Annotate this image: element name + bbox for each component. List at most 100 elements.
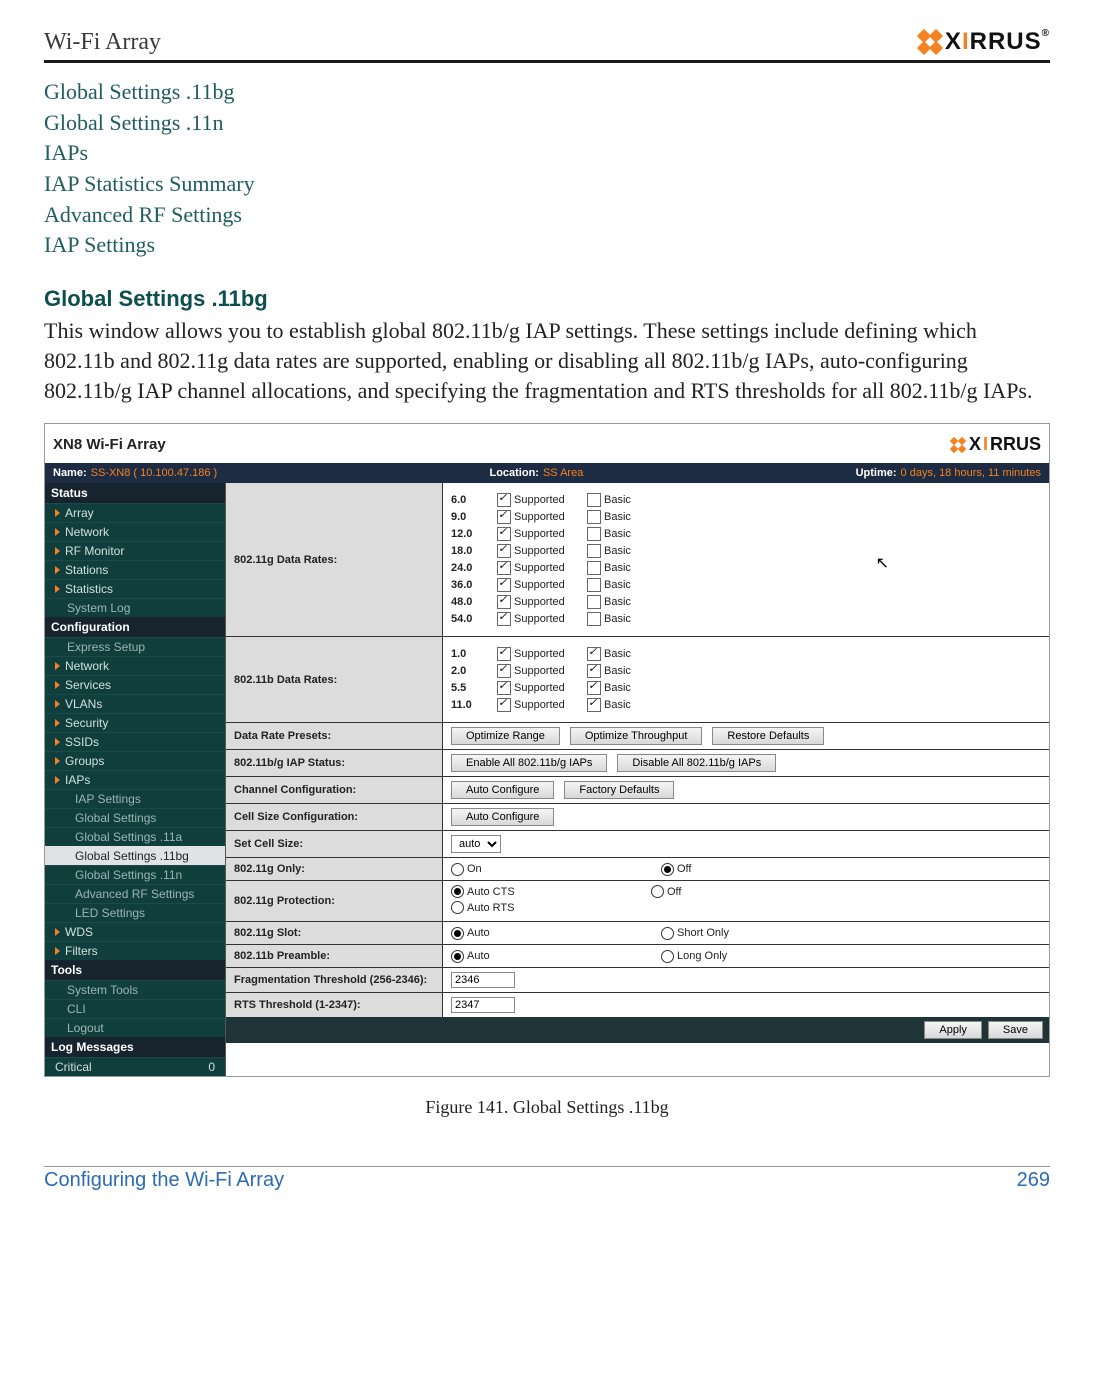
disable-all-iaps-button[interactable]: Disable All 802.11b/g IAPs [617, 754, 776, 772]
radio-preamble-long[interactable]: Long Only [661, 950, 861, 963]
basic-checkbox[interactable]: Basic [587, 561, 657, 575]
sidebar-item[interactable]: Security [45, 713, 225, 732]
triangle-icon [55, 947, 60, 955]
page: Wi-Fi Array XIRRUS® Global Settings .11b… [0, 0, 1094, 1380]
action-footer: Apply Save [226, 1017, 1049, 1043]
radio-auto-rts[interactable]: Auto RTS [451, 901, 515, 914]
screenshot: XN8 Wi-Fi Array XIRRUS Name:SS-XN8 ( 10.… [44, 423, 1050, 1077]
basic-checkbox[interactable]: Basic [587, 698, 657, 712]
link-item[interactable]: Global Settings .11n [44, 108, 1050, 138]
sidebar-critical[interactable]: Critical0 [45, 1057, 225, 1076]
basic-checkbox[interactable]: Basic [587, 544, 657, 558]
sidebar-item[interactable]: Network [45, 522, 225, 541]
basic-checkbox[interactable]: Basic [587, 681, 657, 695]
rts-threshold-input[interactable] [451, 997, 515, 1013]
supported-checkbox[interactable]: Supported [497, 647, 587, 661]
radio-slot-short[interactable]: Short Only [661, 927, 861, 940]
supported-checkbox[interactable]: Supported [497, 527, 587, 541]
sidebar-item[interactable]: Stations [45, 560, 225, 579]
basic-checkbox[interactable]: Basic [587, 527, 657, 541]
triangle-icon [55, 566, 60, 574]
sidebar-subitem[interactable]: Express Setup [45, 637, 225, 656]
sidebar-subitem[interactable]: Global Settings [45, 808, 225, 827]
sidebar-item[interactable]: SSIDs [45, 732, 225, 751]
sidebar-subitem[interactable]: System Log [45, 598, 225, 617]
sidebar-subitem-selected[interactable]: Global Settings .11bg [45, 846, 225, 865]
sidebar-item[interactable]: Groups [45, 751, 225, 770]
link-item[interactable]: Advanced RF Settings [44, 200, 1050, 230]
sidebar-item[interactable]: Network [45, 656, 225, 675]
supported-checkbox[interactable]: Supported [497, 664, 587, 678]
rate-value: 6.0 [451, 494, 497, 506]
screenshot-body: Status Array Network RF Monitor Stations… [45, 483, 1049, 1076]
auto-configure-channel-button[interactable]: Auto Configure [451, 781, 554, 799]
label-802-11g-rates: 802.11g Data Rates: [226, 483, 443, 636]
enable-all-iaps-button[interactable]: Enable All 802.11b/g IAPs [451, 754, 607, 772]
label-cell-size-config: Cell Size Configuration: [226, 804, 443, 830]
link-item[interactable]: IAP Settings [44, 230, 1050, 260]
sidebar-item[interactable]: RF Monitor [45, 541, 225, 560]
sidebar-subitem[interactable]: Global Settings .11n [45, 865, 225, 884]
sidebar-item[interactable]: WDS [45, 922, 225, 941]
supported-checkbox[interactable]: Supported [497, 681, 587, 695]
radio-auto-cts[interactable]: Auto CTS [451, 885, 651, 898]
sidebar-item[interactable]: Array [45, 503, 225, 522]
triangle-icon [55, 700, 60, 708]
supported-checkbox[interactable]: Supported [497, 561, 587, 575]
link-item[interactable]: Global Settings .11bg [44, 77, 1050, 107]
row-g-slot: 802.11g Slot: Auto Short Only [226, 921, 1049, 944]
basic-checkbox[interactable]: Basic [587, 595, 657, 609]
supported-checkbox[interactable]: Supported [497, 544, 587, 558]
label-iap-status: 802.11b/g IAP Status: [226, 750, 443, 776]
cursor-icon: ↖ [876, 553, 889, 573]
auto-configure-cell-button[interactable]: Auto Configure [451, 808, 554, 826]
settings-panel: 802.11g Data Rates: ↖ 6.0SupportedBasic9… [226, 483, 1049, 1076]
sidebar-item[interactable]: Services [45, 675, 225, 694]
brand-logo: XIRRUS® [919, 28, 1050, 56]
link-item[interactable]: IAPs [44, 138, 1050, 168]
apply-button[interactable]: Apply [924, 1021, 982, 1039]
rate-value: 2.0 [451, 665, 497, 677]
supported-checkbox[interactable]: Supported [497, 595, 587, 609]
sidebar-subitem[interactable]: Global Settings .11a [45, 827, 225, 846]
save-button[interactable]: Save [988, 1021, 1043, 1039]
supported-checkbox[interactable]: Supported [497, 578, 587, 592]
basic-checkbox[interactable]: Basic [587, 664, 657, 678]
supported-checkbox[interactable]: Supported [497, 510, 587, 524]
sidebar-item[interactable]: Filters [45, 941, 225, 960]
radio-g-only-off[interactable]: Off [661, 863, 861, 876]
supported-checkbox[interactable]: Supported [497, 612, 587, 626]
frag-threshold-input[interactable] [451, 972, 515, 988]
basic-checkbox[interactable]: Basic [587, 493, 657, 507]
side-head-tools: Tools [45, 960, 225, 980]
optimize-throughput-button[interactable]: Optimize Throughput [570, 727, 703, 745]
supported-checkbox[interactable]: Supported [497, 493, 587, 507]
radio-g-only-on[interactable]: On [451, 863, 651, 876]
radio-protection-off[interactable]: Off [651, 885, 851, 898]
row-set-cell-size: Set Cell Size: auto [226, 830, 1049, 857]
basic-checkbox[interactable]: Basic [587, 510, 657, 524]
sidebar-subitem[interactable]: System Tools [45, 980, 225, 999]
supported-checkbox[interactable]: Supported [497, 698, 587, 712]
cell-size-select[interactable]: auto [451, 835, 501, 853]
sidebar-subitem[interactable]: LED Settings [45, 903, 225, 922]
sidebar-subitem[interactable]: Advanced RF Settings [45, 884, 225, 903]
factory-defaults-button[interactable]: Factory Defaults [564, 781, 674, 799]
radio-preamble-auto[interactable]: Auto [451, 950, 651, 963]
sidebar-item[interactable]: Statistics [45, 579, 225, 598]
sidebar-subitem[interactable]: Logout [45, 1018, 225, 1037]
sidebar-subitem[interactable]: CLI [45, 999, 225, 1018]
row-b-preamble: 802.11b Preamble: Auto Long Only [226, 944, 1049, 967]
section-body: This window allows you to establish glob… [44, 316, 1050, 405]
sidebar-item[interactable]: IAPs [45, 770, 225, 789]
sidebar-item[interactable]: VLANs [45, 694, 225, 713]
basic-checkbox[interactable]: Basic [587, 578, 657, 592]
basic-checkbox[interactable]: Basic [587, 612, 657, 626]
restore-defaults-button[interactable]: Restore Defaults [712, 727, 824, 745]
link-item[interactable]: IAP Statistics Summary [44, 169, 1050, 199]
optimize-range-button[interactable]: Optimize Range [451, 727, 560, 745]
sidebar-subitem[interactable]: IAP Settings [45, 789, 225, 808]
basic-checkbox[interactable]: Basic [587, 647, 657, 661]
radio-slot-auto[interactable]: Auto [451, 927, 651, 940]
rate-value: 24.0 [451, 562, 497, 574]
